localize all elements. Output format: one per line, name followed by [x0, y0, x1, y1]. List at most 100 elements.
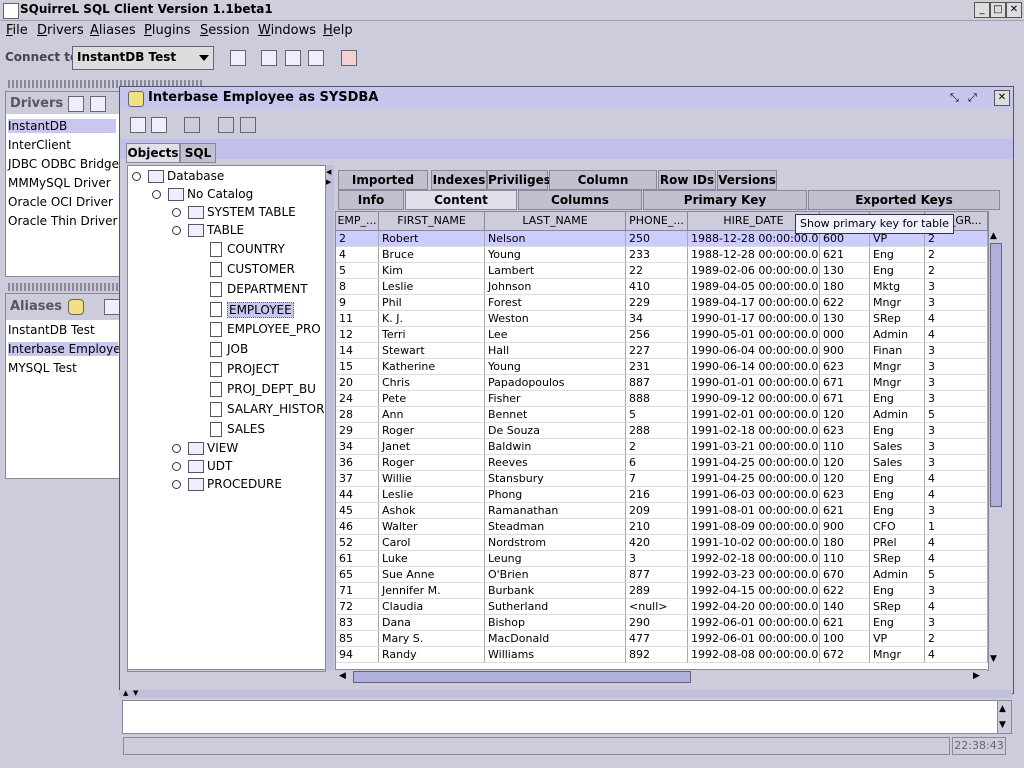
table-cell[interactable]: 65 — [336, 567, 379, 583]
table-cell[interactable]: 877 — [626, 567, 688, 583]
tab-primary-key[interactable]: Primary Key — [643, 190, 807, 210]
table-cell[interactable]: Papadopoulos — [485, 375, 626, 391]
table-row[interactable]: 44 Leslie Phong 216 1991-06-03 00:00:00.0 623… — [336, 487, 988, 503]
table-cell[interactable]: 1991-02-01 00:00:00.0 — [688, 407, 820, 423]
table-cell[interactable]: 288 — [626, 423, 688, 439]
menu-drivers[interactable]: Drivers — [37, 23, 84, 38]
table-cell[interactable]: Randy — [379, 647, 485, 663]
table-cell[interactable]: 71 — [336, 583, 379, 599]
tree-horizontal-scrollbar[interactable]: ◀ ▶ — [128, 669, 325, 671]
table-cell[interactable]: 229 — [626, 295, 688, 311]
table-row[interactable]: 15 Katherine Young 231 1990-06-14 00:00:00.0… — [336, 359, 988, 375]
table-cell[interactable]: 2 — [626, 439, 688, 455]
connect-alias-icon[interactable] — [68, 299, 84, 315]
table-cell[interactable]: 2 — [336, 231, 379, 247]
driver-item-mmmysql[interactable]: MMMySQL Driver — [8, 176, 111, 190]
table-cell[interactable]: Dana — [379, 615, 485, 631]
table-cell[interactable]: Phil — [379, 295, 485, 311]
table-cell[interactable]: 130 — [820, 263, 870, 279]
table-cell[interactable]: 1988-12-28 00:00:00.0 — [688, 247, 820, 263]
table-cell[interactable]: Kim — [379, 263, 485, 279]
table-cell[interactable]: 410 — [626, 279, 688, 295]
table-cell[interactable]: 4 — [925, 471, 988, 487]
driver-item-oracle-thin[interactable]: Oracle Thin Driver — [8, 214, 117, 228]
table-cell[interactable]: 11 — [336, 311, 379, 327]
table-cell[interactable]: <null> — [626, 599, 688, 615]
table-cell[interactable]: 22 — [626, 263, 688, 279]
commit-icon[interactable] — [218, 117, 234, 133]
table-row[interactable]: 46 Walter Steadman 210 1991-08-09 00:00:00.0… — [336, 519, 988, 535]
scroll-up-icon[interactable]: ▲ — [999, 703, 1006, 715]
table-cell[interactable]: 887 — [626, 375, 688, 391]
table-cell[interactable]: 3 — [925, 583, 988, 599]
split-divider[interactable]: ◀ ▶ — [326, 165, 334, 670]
table-cell[interactable]: 1991-04-25 00:00:00.0 — [688, 471, 820, 487]
table-cell[interactable]: 256 — [626, 327, 688, 343]
table-cell[interactable]: Leslie — [379, 487, 485, 503]
table-cell[interactable]: Jennifer M. — [379, 583, 485, 599]
table-cell[interactable]: 180 — [820, 535, 870, 551]
menu-session[interactable]: Session — [200, 23, 250, 38]
minimize-icon[interactable]: _ — [974, 2, 990, 18]
table-cell[interactable]: Mary S. — [379, 631, 485, 647]
table-cell[interactable]: 61 — [336, 551, 379, 567]
table-cell[interactable]: Forest — [485, 295, 626, 311]
tab-imported-keys[interactable]: Imported Keys — [338, 170, 428, 205]
table-cell[interactable]: Stansbury — [485, 471, 626, 487]
table-cell[interactable]: Janet — [379, 439, 485, 455]
table-cell[interactable]: 29 — [336, 423, 379, 439]
table-cell[interactable]: 4 — [925, 599, 988, 615]
table-cell[interactable]: Eng — [870, 615, 925, 631]
table-row[interactable]: 52 Carol Nordstrom 420 1991-10-02 00:00:00.0… — [336, 535, 988, 551]
table-cell[interactable]: 622 — [820, 295, 870, 311]
divider-right-icon[interactable]: ▶ — [326, 176, 331, 188]
table-cell[interactable]: Sue Anne — [379, 567, 485, 583]
driver-item-jdbc-odbc[interactable]: JDBC ODBC Bridge — [8, 157, 119, 171]
tree-view[interactable]: VIEW — [207, 441, 238, 455]
tree-table-item-selected[interactable]: EMPLOYEE — [227, 302, 294, 318]
table-row[interactable]: 71 Jennifer M. Burbank 289 1992-04-15 00:00:… — [336, 583, 988, 599]
tree-expand-icon[interactable] — [132, 172, 141, 181]
table-cell[interactable]: Eng — [870, 247, 925, 263]
table-cell[interactable]: 3 — [925, 295, 988, 311]
table-cell[interactable]: Katherine — [379, 359, 485, 375]
table-cell[interactable]: MacDonald — [485, 631, 626, 647]
tree-table-item[interactable]: SALARY_HISTOR — [227, 402, 324, 416]
table-cell[interactable]: Young — [485, 247, 626, 263]
table-cell[interactable]: 250 — [626, 231, 688, 247]
table-cell[interactable]: 4 — [925, 647, 988, 663]
table-cell[interactable]: 28 — [336, 407, 379, 423]
new-alias-icon[interactable] — [104, 299, 120, 315]
table-cell[interactable]: 1989-04-05 00:00:00.0 — [688, 279, 820, 295]
table-row[interactable]: 45 Ashok Ramanathan 209 1991-08-01 00:00:00.… — [336, 503, 988, 519]
tab-exported-keys[interactable]: Exported Keys — [808, 190, 1000, 210]
tree-procedure[interactable]: PROCEDURE — [207, 477, 282, 491]
table-cell[interactable]: Johnson — [485, 279, 626, 295]
tree-expand-icon[interactable] — [172, 226, 181, 235]
table-cell[interactable]: Eng — [870, 503, 925, 519]
table-row[interactable]: 85 Mary S. MacDonald 477 1992-06-01 00:00:00… — [336, 631, 988, 647]
scroll-right-icon[interactable]: ▶ — [973, 670, 980, 682]
table-cell[interactable]: 892 — [626, 647, 688, 663]
table-cell[interactable]: SRep — [870, 551, 925, 567]
table-cell[interactable]: 5 — [925, 567, 988, 583]
table-cell[interactable]: 3 — [626, 551, 688, 567]
tree-table-item[interactable]: SALES — [227, 422, 265, 436]
table-cell[interactable]: 34 — [336, 439, 379, 455]
table-cell[interactable]: SRep — [870, 311, 925, 327]
table-cell[interactable]: 1992-06-01 00:00:00.0 — [688, 631, 820, 647]
table-cell[interactable]: Ann — [379, 407, 485, 423]
table-cell[interactable]: 5 — [626, 407, 688, 423]
table-cell[interactable]: 5 — [336, 263, 379, 279]
tree-catalog[interactable]: No Catalog — [187, 187, 253, 201]
tree-table-item[interactable]: EMPLOYEE_PRO — [227, 322, 321, 336]
table-cell[interactable]: 37 — [336, 471, 379, 487]
table-cell[interactable]: 1990-09-12 00:00:00.0 — [688, 391, 820, 407]
table-cell[interactable]: Lee — [485, 327, 626, 343]
table-cell[interactable]: 5 — [925, 407, 988, 423]
table-cell[interactable]: 1992-04-15 00:00:00.0 — [688, 583, 820, 599]
tree-collapse-icon[interactable] — [172, 208, 181, 217]
table-cell[interactable]: 34 — [626, 311, 688, 327]
table-row[interactable]: 12 Terri Lee 256 1990-05-01 00:00:00.0 000 Adm… — [336, 327, 988, 343]
alias-combo[interactable]: InstantDB Test — [72, 46, 214, 70]
